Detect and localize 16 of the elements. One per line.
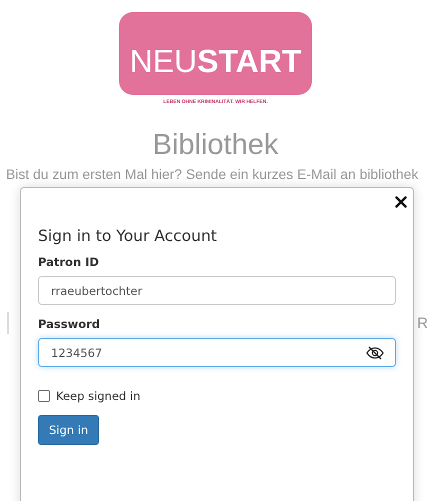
dialog-title: Sign in to Your Account bbox=[38, 227, 218, 245]
eye-slash-icon[interactable] bbox=[366, 346, 384, 360]
nav-divider bbox=[7, 312, 9, 334]
intro-text: Bist du zum ersten Mal hier? Sende ein kurzes E-Mail an bibliothek bbox=[5, 166, 418, 182]
checkbox-label: Keep signed in bbox=[56, 389, 140, 403]
field-label: Password bbox=[38, 317, 101, 331]
close-icon[interactable] bbox=[395, 196, 407, 208]
logo-text-light: NEU bbox=[130, 43, 198, 80]
logo-text-bold: START bbox=[197, 43, 302, 80]
page-heading: Bibliothek bbox=[152, 129, 278, 162]
password-field[interactable]: 1234567 bbox=[38, 338, 396, 367]
sign-in-button[interactable]: Sign in bbox=[38, 415, 100, 445]
text-field[interactable]: rraeubertochter bbox=[38, 276, 396, 305]
nav-text: R bbox=[417, 314, 428, 332]
keep-signed-in-checkbox[interactable] bbox=[38, 390, 50, 402]
field-label: Patron ID bbox=[38, 255, 100, 269]
